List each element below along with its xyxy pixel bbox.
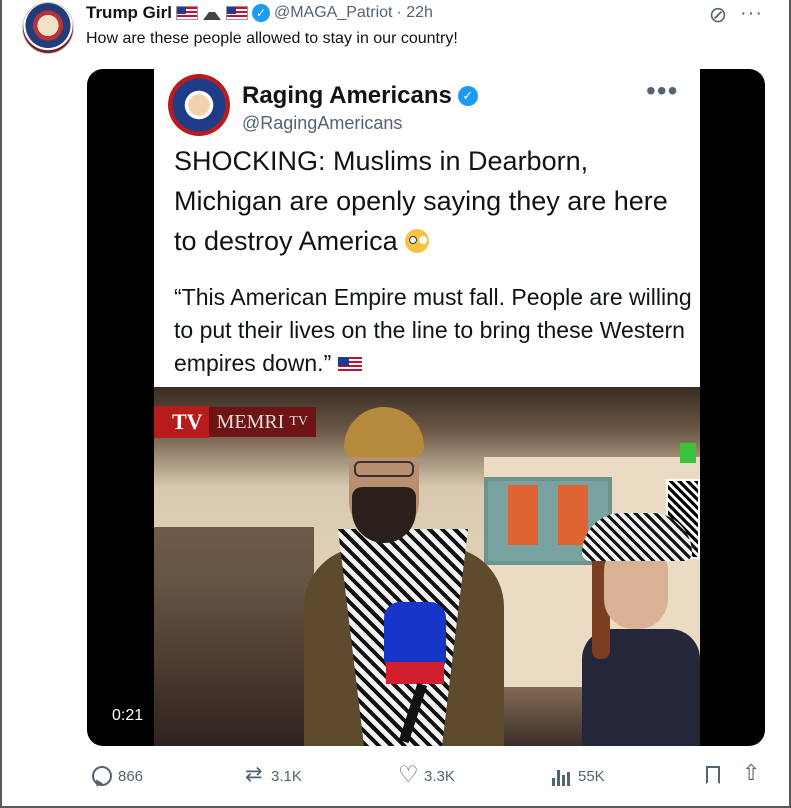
us-flag-icon [175,6,198,20]
bookmark-icon [706,766,720,784]
like-icon [398,761,419,788]
verified-icon: ✓ [457,86,478,106]
card-handle: @RagingAmericans [242,113,403,133]
reply-count: 866 [118,767,144,785]
mountain-icon [202,5,222,21]
memri-logo-tiny: TV [289,414,309,429]
action-bar: 866 3.1K 3.3K 55K [0,752,791,800]
views-icon [552,766,572,786]
us-flag-icon [225,6,248,20]
background-crowd [154,527,314,746]
memri-tv-logo: TV MEMRI TV [154,401,330,443]
more-icon: ••• [646,75,679,106]
card-avatar [168,74,230,136]
verified-icon: ✓ [251,4,270,22]
repost-icon [245,762,265,787]
bookmark-button[interactable] [706,766,720,784]
card-name-row: Raging Americans ✓ [242,82,478,110]
views-count: 55K [578,767,605,785]
share-button[interactable] [742,760,762,786]
author-avatar[interactable] [22,2,74,54]
interviewee-man [304,407,504,746]
card-quote: “This American Empire must fall. People … [174,281,694,380]
repost-button[interactable]: 3.1K [245,762,302,787]
flushed-face-icon [405,229,430,253]
repost-count: 3.1K [271,767,302,785]
man-beanie [344,407,424,457]
embedded-post-card: Raging Americans ✓ @RagingAmericans ••• … [154,69,700,389]
grok-icon[interactable]: ⊘ [707,4,729,26]
memri-logo-primary: TV [154,406,209,438]
like-count: 3.3K [424,767,455,785]
more-icon[interactable]: ··· [740,2,763,25]
like-button[interactable]: 3.3K [398,761,455,788]
man-glasses [354,461,414,477]
memri-logo-secondary: MEMRI TV [208,407,317,437]
card-name: Raging Americans [242,82,452,109]
us-flag-icon [337,357,362,373]
card-headline: SHOCKING: Muslims in Dearborn, Michigan … [174,141,694,261]
woman-keffiyeh [582,513,692,561]
microphone-label [386,662,444,684]
post-text: How are these people allowed to stay in … [86,30,458,47]
reply-icon [92,766,112,786]
post-timestamp[interactable]: · 22h [396,4,432,22]
green-marker [680,443,696,463]
author-row: Trump Girl ✓ @MAGA_Patriot · 22h [86,2,433,24]
video-duration: 0:21 [106,705,150,727]
share-icon [742,760,762,786]
reply-button[interactable]: 866 [92,766,143,786]
video-frame: TV MEMRI TV [154,387,700,746]
window-border-left [0,0,2,808]
author-handle[interactable]: @MAGA_Patriot [274,4,393,22]
memri-logo-secondary-text: MEMRI [216,410,285,433]
woman-bystander [582,513,700,746]
video-media[interactable]: Raging Americans ✓ @RagingAmericans ••• … [87,69,765,746]
author-display-name[interactable]: Trump Girl [86,3,172,23]
card-quote-text: “This American Empire must fall. People … [174,284,692,376]
views-button[interactable]: 55K [552,766,605,786]
